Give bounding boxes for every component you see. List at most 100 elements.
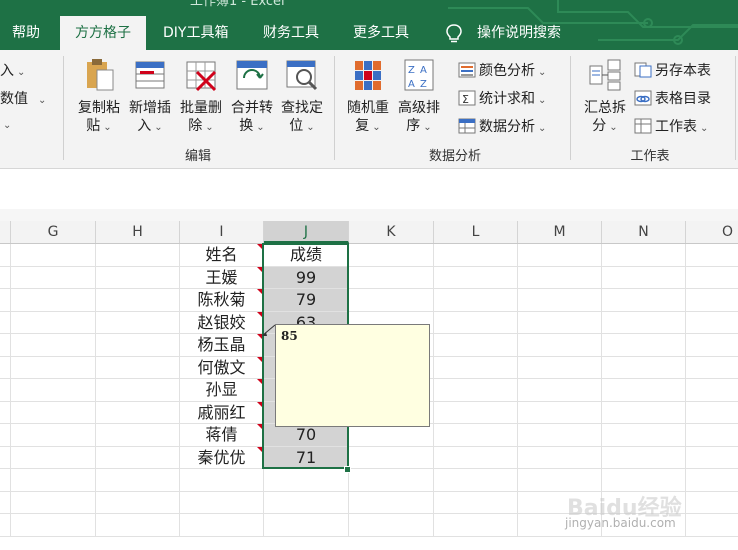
grid-cell[interactable] [686,379,738,402]
stat-sum-button[interactable]: Σ 统计求和 ⌄ [458,88,546,108]
grid-cell[interactable] [11,289,96,312]
grid-cell[interactable] [11,401,96,424]
grid-cell[interactable] [602,401,686,424]
grid-cell[interactable] [349,289,434,312]
grid-cell[interactable] [602,311,686,334]
cell-comment-popup[interactable]: 85 [275,324,430,427]
grid-cell[interactable] [349,446,434,469]
grid-cell[interactable] [349,424,434,447]
grid-cell[interactable] [518,334,602,357]
grid-cell[interactable] [96,311,180,334]
grid-cell[interactable] [349,491,434,514]
grid-cell[interactable] [518,289,602,312]
tell-me-search[interactable]: 操作说明搜索 [467,16,571,50]
grid-cell[interactable] [96,446,180,469]
grid-cell[interactable] [686,334,738,357]
grid-cell[interactable] [434,266,518,289]
score-cell[interactable]: 70 [264,424,349,447]
ribbon-partial-item-3[interactable]: ⌄ [0,116,11,132]
column-header-k[interactable]: K [349,221,434,243]
score-cell[interactable]: 71 [264,446,349,469]
tab-help[interactable]: 帮助 [2,16,50,50]
grid-cell[interactable] [349,244,434,267]
name-cell[interactable]: 赵银姣 [180,311,264,334]
grid-cell[interactable] [264,514,349,537]
grid-cell[interactable] [0,446,11,469]
column-header-n[interactable]: N [602,221,686,243]
grid-cell[interactable] [96,491,180,514]
score-cell[interactable]: 79 [264,289,349,312]
grid-cell[interactable] [11,491,96,514]
grid-cell[interactable] [602,334,686,357]
data-analysis-button[interactable]: 数据分析 ⌄ [458,116,546,136]
name-cell[interactable]: 王媛 [180,266,264,289]
color-analysis-button[interactable]: 颜色分析 ⌄ [458,60,546,80]
column-header-l[interactable]: L [434,221,518,243]
grid-cell[interactable] [434,356,518,379]
grid-cell[interactable] [96,379,180,402]
grid-cell[interactable] [434,289,518,312]
grid-cell[interactable] [96,424,180,447]
grid-cell[interactable] [434,514,518,537]
ribbon-partial-item-2[interactable]: 数值 ⌄ [0,88,46,108]
column-header-o[interactable]: O [686,221,738,243]
grid-cell[interactable] [518,266,602,289]
grid-cell[interactable] [180,514,264,537]
grid-cell[interactable] [11,424,96,447]
add-insert-button[interactable]: 新增插 入 ⌄ [125,58,175,137]
grid-cell[interactable] [434,401,518,424]
column-header-partial[interactable] [0,221,11,243]
grid-cell[interactable] [518,424,602,447]
grid-cell[interactable] [602,266,686,289]
name-cell[interactable]: 陈秋菊 [180,289,264,312]
copy-paste-button[interactable]: 复制粘 贴 ⌄ [74,58,124,137]
grid-cell[interactable] [96,289,180,312]
random-repeat-button[interactable]: 随机重 复 ⌄ [343,58,393,137]
grid-cell[interactable] [0,469,11,492]
grid-cell[interactable] [11,379,96,402]
grid-cell[interactable] [434,379,518,402]
grid-cell[interactable] [686,267,738,289]
grid-cell[interactable] [0,244,11,267]
grid-cell[interactable] [11,266,96,289]
grid-cell[interactable] [518,401,602,424]
column-header-i[interactable]: I [180,221,264,243]
summary-split-button[interactable]: 汇总拆 分 ⌄ [580,58,630,137]
grid-cell[interactable] [264,491,349,514]
worksheet-button[interactable]: 工作表 ⌄ [634,116,708,136]
grid-cell[interactable] [686,402,738,424]
grid-cell[interactable] [518,356,602,379]
grid-cell[interactable] [518,244,602,267]
tab-diy-toolbox[interactable]: DIY工具箱 [153,16,238,50]
ribbon-partial-item-1[interactable]: 入 ⌄ [0,60,25,80]
grid-cell[interactable] [602,424,686,447]
name-cell[interactable]: 何傲文 [180,356,264,379]
grid-cell[interactable] [434,446,518,469]
advanced-sort-button[interactable]: Z A A Z 高级排 序 ⌄ [394,58,444,137]
grid-cell[interactable] [434,334,518,357]
tab-more-tools[interactable]: 更多工具 [343,16,419,50]
grid-cell[interactable] [11,446,96,469]
grid-cell[interactable] [0,356,11,379]
grid-cell[interactable] [602,244,686,267]
grid-cell[interactable] [349,266,434,289]
grid-cell[interactable] [0,401,11,424]
grid-cell[interactable] [96,334,180,357]
grid-cell[interactable] [0,379,11,402]
grid-cell[interactable] [518,379,602,402]
grid-cell[interactable] [434,311,518,334]
grid-cell[interactable] [96,469,180,492]
grid-cell[interactable] [349,469,434,492]
grid-cell[interactable] [0,334,11,357]
merge-convert-button[interactable]: 合并转 换 ⌄ [227,58,277,137]
grid-cell[interactable] [0,424,11,447]
grid-cell[interactable] [686,244,738,267]
grid-cell[interactable] [686,312,738,334]
grid-cell[interactable] [96,244,180,267]
header-name-cell[interactable]: 姓名 [180,244,264,267]
grid-cell[interactable] [96,266,180,289]
grid-cell[interactable] [518,311,602,334]
grid-cell[interactable] [0,311,11,334]
grid-cell[interactable] [686,424,738,447]
grid-cell[interactable] [264,469,349,492]
